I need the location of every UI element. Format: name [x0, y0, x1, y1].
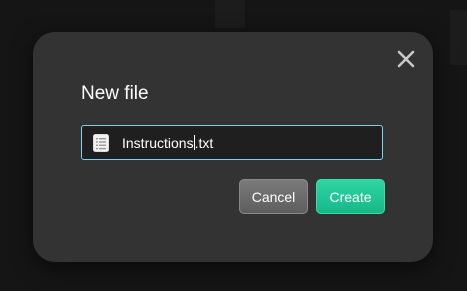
background-panel [450, 10, 467, 65]
close-icon[interactable] [395, 48, 417, 70]
filename-input[interactable]: Instructions.txt [81, 125, 383, 160]
close-button[interactable] [395, 48, 417, 70]
filename-text-after-caret: .txt [194, 134, 214, 151]
new-file-dialog: New file Instructions.txt Cancel Create [33, 32, 433, 262]
text-file-icon [93, 133, 109, 152]
background-panel [215, 0, 245, 28]
filename-text-before-caret: Instructions [122, 134, 194, 151]
filename-value[interactable]: Instructions.txt [122, 134, 214, 151]
create-button[interactable]: Create [316, 179, 385, 214]
dialog-title: New file [81, 83, 149, 104]
cancel-button[interactable]: Cancel [239, 179, 308, 214]
